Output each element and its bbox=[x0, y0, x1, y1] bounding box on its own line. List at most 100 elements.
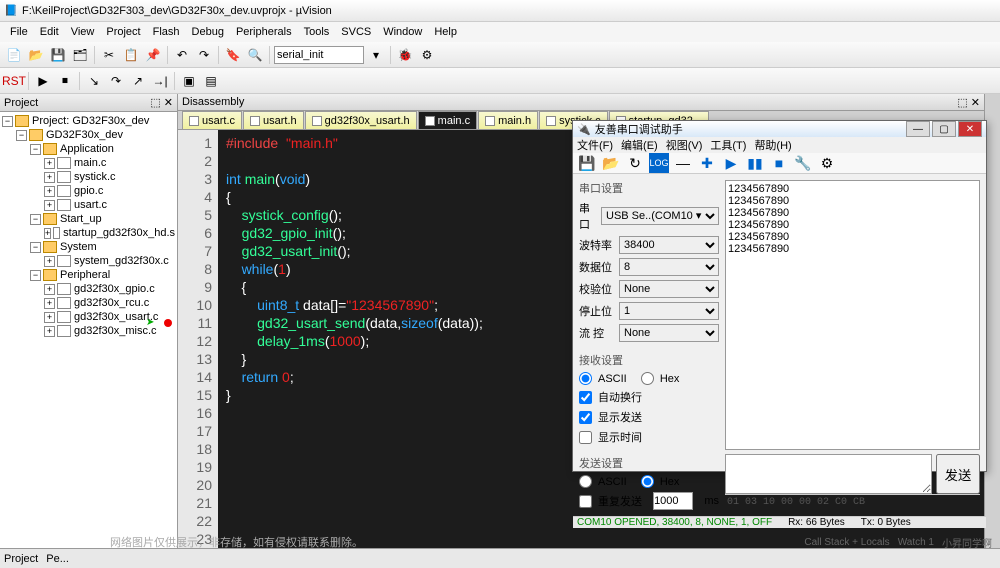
log-icon[interactable]: LOG bbox=[649, 153, 669, 173]
tree-target[interactable]: −GD32F30x_dev bbox=[2, 128, 175, 142]
line-number[interactable]: 19 bbox=[178, 458, 212, 476]
rx-hex-radio[interactable] bbox=[641, 372, 654, 385]
dlg-menu-item[interactable]: 工具(T) bbox=[710, 137, 746, 153]
stop-icon[interactable]: ■ bbox=[769, 153, 789, 173]
config-icon[interactable]: ⚙ bbox=[417, 45, 437, 65]
flow-select[interactable]: None bbox=[619, 324, 719, 342]
line-number[interactable]: 4 bbox=[178, 188, 212, 206]
tree-file[interactable]: +main.c bbox=[2, 156, 175, 170]
line-number[interactable]: 6 bbox=[178, 224, 212, 242]
tx-ascii-radio[interactable] bbox=[579, 475, 592, 488]
copy-icon[interactable]: 📋 bbox=[121, 45, 141, 65]
undo-icon[interactable]: ↶ bbox=[172, 45, 192, 65]
tree-file[interactable]: +system_gd32f30x.c bbox=[2, 254, 175, 268]
editor-tab[interactable]: gd32f30x_usart.h bbox=[305, 111, 417, 129]
autowrap-check[interactable] bbox=[579, 391, 592, 404]
dlg-menu-item[interactable]: 视图(V) bbox=[666, 137, 703, 153]
line-number[interactable]: 16 bbox=[178, 404, 212, 422]
repeat-check[interactable] bbox=[579, 495, 592, 508]
editor-tab[interactable]: main.h bbox=[478, 111, 538, 129]
minimize-icon[interactable]: — bbox=[906, 121, 930, 137]
tree-group[interactable]: −Start_up bbox=[2, 212, 175, 226]
line-number[interactable]: 18 bbox=[178, 440, 212, 458]
step-in-icon[interactable]: ↘ bbox=[84, 71, 104, 91]
save-all-icon[interactable]: 🗂 bbox=[70, 45, 90, 65]
line-number[interactable]: 5 bbox=[178, 206, 212, 224]
databits-select[interactable]: 8 bbox=[619, 258, 719, 276]
pause-icon[interactable]: ▮▮ bbox=[745, 153, 765, 173]
wrench-icon[interactable]: 🔧 bbox=[793, 153, 813, 173]
editor-tab[interactable]: main.c bbox=[418, 111, 477, 129]
baud-select[interactable]: 38400 bbox=[619, 236, 719, 254]
tree-file[interactable]: +usart.c bbox=[2, 198, 175, 212]
repeat-input[interactable] bbox=[653, 492, 693, 510]
rx-output[interactable]: 1234567890123456789012345678901234567890… bbox=[725, 180, 980, 450]
line-number[interactable]: 7 bbox=[178, 242, 212, 260]
close-icon[interactable]: ✕ bbox=[958, 121, 982, 137]
menu-tools[interactable]: Tools bbox=[298, 26, 336, 38]
menu-window[interactable]: Window bbox=[377, 26, 428, 38]
tree-file[interactable]: +gd32f30x_gpio.c bbox=[2, 282, 175, 296]
line-number[interactable]: 15 bbox=[178, 386, 212, 404]
line-number[interactable]: 3 bbox=[178, 170, 212, 188]
showtime-check[interactable] bbox=[579, 431, 592, 444]
line-number[interactable]: 11 bbox=[178, 314, 212, 332]
menu-help[interactable]: Help bbox=[428, 26, 463, 38]
tx-hex-radio[interactable] bbox=[641, 475, 654, 488]
step-out-icon[interactable]: ↗ bbox=[128, 71, 148, 91]
tree-group[interactable]: −Application bbox=[2, 142, 175, 156]
line-number[interactable]: 8 bbox=[178, 260, 212, 278]
menu-flash[interactable]: Flash bbox=[147, 26, 186, 38]
stopbits-select[interactable]: 1 bbox=[619, 302, 719, 320]
showsend-check[interactable] bbox=[579, 411, 592, 424]
line-number[interactable]: 20 bbox=[178, 476, 212, 494]
rx-ascii-radio[interactable] bbox=[579, 372, 592, 385]
line-number[interactable]: 17 bbox=[178, 422, 212, 440]
menu-edit[interactable]: Edit bbox=[34, 26, 65, 38]
run-to-icon[interactable]: →| bbox=[150, 71, 170, 91]
menu-file[interactable]: File bbox=[4, 26, 34, 38]
run-icon[interactable]: ▶ bbox=[33, 71, 53, 91]
parity-select[interactable]: None bbox=[619, 280, 719, 298]
folder-icon[interactable]: 📂 bbox=[601, 153, 621, 173]
find-icon[interactable]: 🔍 bbox=[245, 45, 265, 65]
editor-tab[interactable]: usart.h bbox=[243, 111, 304, 129]
tree-root[interactable]: −Project: GD32F30x_dev bbox=[2, 114, 175, 128]
menu-svcs[interactable]: SVCS bbox=[335, 26, 377, 38]
tree-group[interactable]: −System bbox=[2, 240, 175, 254]
dialog-titlebar[interactable]: 🔌 友善串口调试助手 — ▢ ✕ bbox=[573, 121, 986, 137]
port-select[interactable]: USB Se..(COM10 ▾ bbox=[601, 207, 719, 225]
line-number[interactable]: 2 bbox=[178, 152, 212, 170]
tree-file[interactable]: +startup_gd32f30x_hd.s bbox=[2, 226, 175, 240]
tab-project[interactable]: Project bbox=[4, 553, 38, 565]
reset-icon[interactable]: RST bbox=[4, 71, 24, 91]
step-over-icon[interactable]: ↷ bbox=[106, 71, 126, 91]
maximize-icon[interactable]: ▢ bbox=[932, 121, 956, 137]
redo-icon[interactable]: ↷ bbox=[194, 45, 214, 65]
menu-view[interactable]: View bbox=[65, 26, 101, 38]
refresh-icon[interactable]: ↻ bbox=[625, 153, 645, 173]
line-number[interactable]: 9 bbox=[178, 278, 212, 296]
line-number[interactable]: 21 bbox=[178, 494, 212, 512]
menu-peripherals[interactable]: Peripherals bbox=[230, 26, 298, 38]
plus-icon[interactable]: ✚ bbox=[697, 153, 717, 173]
send-button[interactable]: 发送 bbox=[936, 454, 980, 494]
debug-icon[interactable]: 🐞 bbox=[395, 45, 415, 65]
line-number[interactable]: 12 bbox=[178, 332, 212, 350]
tab-books[interactable]: Pe... bbox=[46, 553, 69, 565]
search-input[interactable] bbox=[274, 46, 364, 64]
line-number[interactable]: 22 bbox=[178, 512, 212, 530]
paste-icon[interactable]: 📌 bbox=[143, 45, 163, 65]
play-icon[interactable]: ▶ bbox=[721, 153, 741, 173]
line-number[interactable]: 10 bbox=[178, 296, 212, 314]
open-icon[interactable]: 📂 bbox=[26, 45, 46, 65]
save-icon[interactable]: 💾 bbox=[48, 45, 68, 65]
tree-file[interactable]: +gpio.c bbox=[2, 184, 175, 198]
dlg-menu-item[interactable]: 编辑(E) bbox=[621, 137, 658, 153]
tx-input[interactable] bbox=[725, 454, 932, 494]
dlg-menu-item[interactable]: 文件(F) bbox=[577, 137, 613, 153]
menu-project[interactable]: Project bbox=[100, 26, 146, 38]
memory-icon[interactable]: ▤ bbox=[201, 71, 221, 91]
line-number[interactable]: 14 bbox=[178, 368, 212, 386]
dlg-menu-item[interactable]: 帮助(H) bbox=[754, 137, 791, 153]
